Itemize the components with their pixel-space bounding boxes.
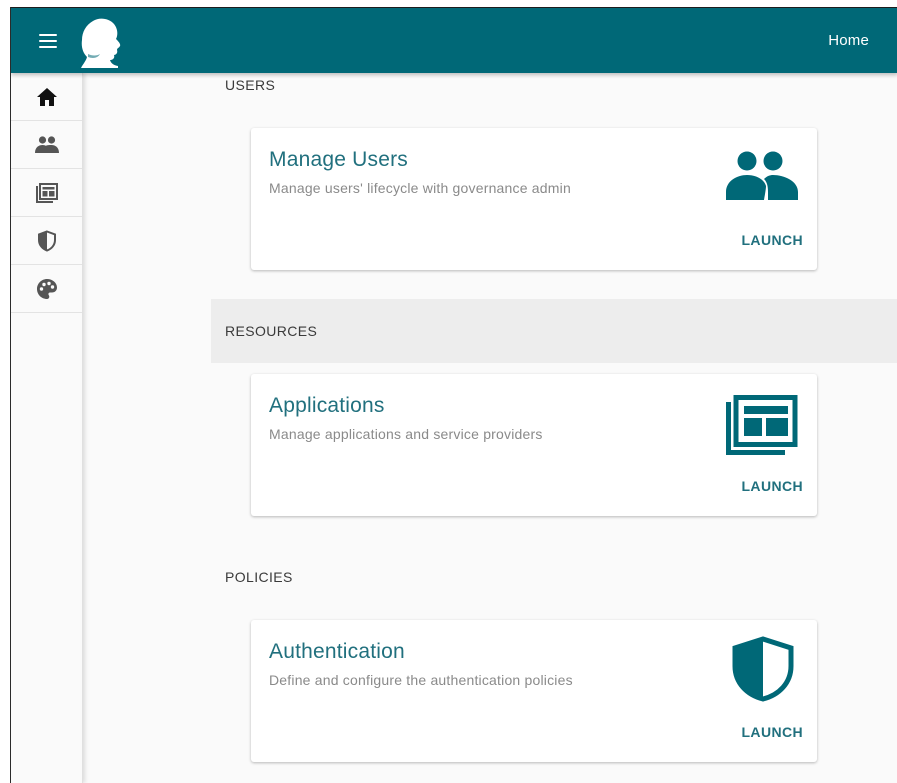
launch-manage-users-button[interactable]: LAUNCH: [741, 232, 803, 248]
brand-logo: [81, 18, 121, 68]
launch-applications-button[interactable]: LAUNCH: [741, 478, 803, 494]
card-title: Manage Users: [269, 148, 408, 171]
section-header-policies: POLICIES: [225, 569, 293, 585]
sidebar-item-themes[interactable]: [11, 265, 82, 313]
side-nav: [11, 73, 83, 783]
users-icon: [34, 135, 59, 153]
sidebar-item-applications[interactable]: [11, 169, 82, 217]
sidebar-item-home[interactable]: [11, 73, 82, 121]
top-app-bar: Home: [11, 7, 897, 73]
card-description: Manage applications and service provider…: [269, 426, 543, 442]
shield-icon: [732, 636, 794, 702]
sidebar-item-users[interactable]: [11, 121, 82, 169]
card-manage-users[interactable]: Manage Users Manage users' lifecycle wit…: [251, 128, 817, 270]
launch-authentication-button[interactable]: LAUNCH: [741, 724, 803, 740]
shield-icon: [37, 229, 56, 252]
sidebar-item-policies[interactable]: [11, 217, 82, 265]
card-authentication[interactable]: Authentication Define and configure the …: [251, 620, 817, 762]
card-description: Define and configure the authentication …: [269, 672, 573, 688]
hamburger-menu-icon[interactable]: [37, 32, 59, 50]
card-applications[interactable]: Applications Manage applications and ser…: [251, 374, 817, 516]
app-window: Home USERS Manage Users Manage users' li…: [10, 7, 897, 783]
main-content: USERS Manage Users Manage users' lifecyc…: [83, 73, 897, 783]
card-title: Applications: [269, 394, 385, 417]
users-icon: [726, 151, 798, 200]
home-icon: [36, 87, 57, 106]
home-link[interactable]: Home: [828, 32, 869, 49]
palette-icon: [36, 278, 57, 299]
section-header-resources: RESOURCES: [211, 299, 897, 363]
card-description: Manage users' lifecycle with governance …: [269, 180, 571, 196]
card-title: Authentication: [269, 640, 405, 663]
applications-icon: [35, 182, 58, 203]
applications-icon: [726, 395, 798, 455]
